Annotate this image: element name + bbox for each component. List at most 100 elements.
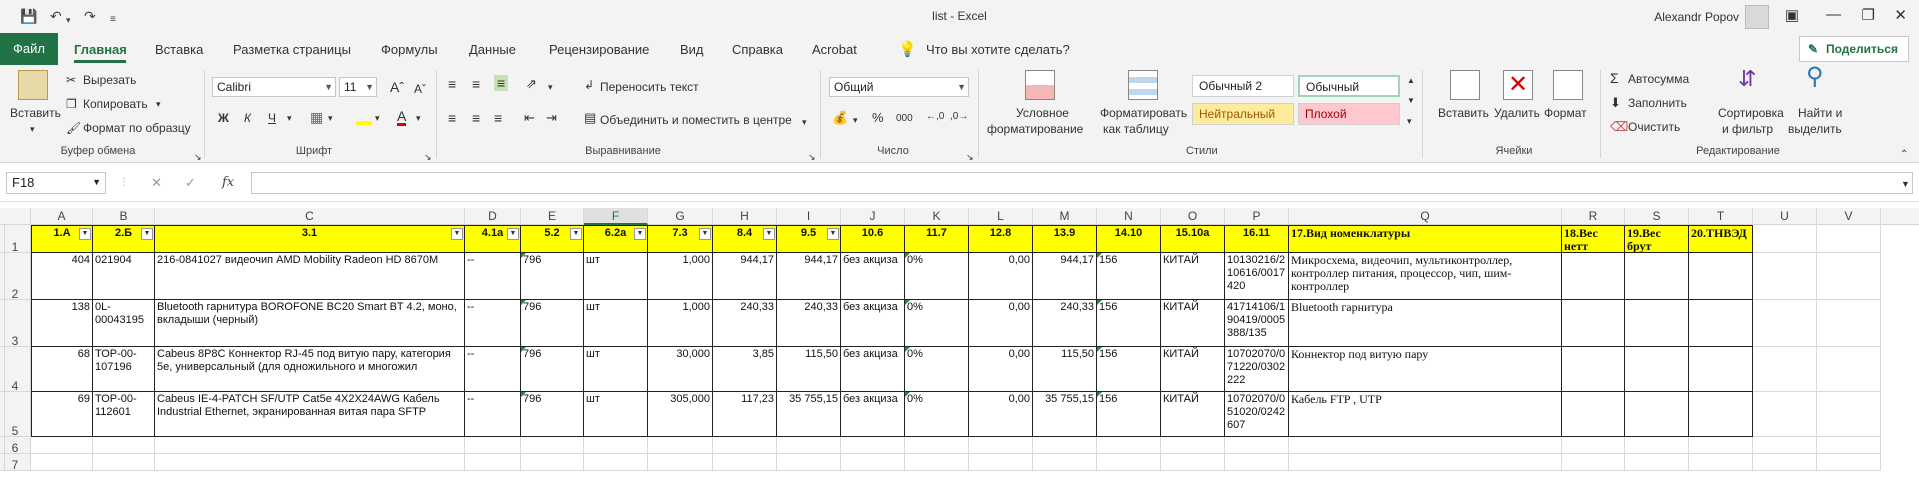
column-header-i[interactable]: I [777,208,841,225]
table-cell[interactable] [1289,437,1562,454]
tab-home[interactable]: Главная [74,42,127,57]
copy-button[interactable]: Копировать [83,97,148,111]
style-bad[interactable]: Плохой [1298,103,1400,125]
table-cell[interactable]: 796 [521,253,584,300]
cut-icon[interactable]: ✂ [66,73,76,87]
table-cell[interactable] [0,347,5,392]
table-cell[interactable] [1161,454,1225,471]
thousands-button[interactable]: 000 [896,112,913,126]
table-cell[interactable] [465,437,521,454]
table-cell[interactable]: 30,000 [648,347,713,392]
insert-button[interactable]: Вставить [1438,106,1489,120]
sort-filter-label-2[interactable]: и фильтр [1722,122,1773,136]
table-cell[interactable] [905,454,969,471]
table-cell[interactable]: 156 [1097,300,1161,347]
table-cell[interactable]: 021904 [93,253,155,300]
table-cell[interactable] [1753,437,1817,454]
header-cell[interactable]: 11.7 [905,225,969,253]
paste-dropdown-icon[interactable]: ▾ [30,122,35,136]
table-cell[interactable]: 0% [905,300,969,347]
table-cell[interactable]: КИТАЙ [1161,253,1225,300]
table-cell[interactable]: 796 [521,392,584,437]
delete-cells-icon[interactable]: ✕ [1503,70,1533,100]
font-launcher-icon[interactable]: ↘ [424,150,432,164]
align-middle-icon[interactable]: ≡ [472,77,480,91]
column-header-p[interactable]: P [1225,208,1289,225]
table-cell[interactable] [1625,253,1689,300]
expand-formula-icon[interactable]: ▼ [1901,177,1910,191]
align-bottom-icon[interactable]: ≡ [494,75,509,91]
table-cell[interactable]: 0% [905,253,969,300]
table-cell[interactable] [0,225,5,253]
table-cell[interactable]: 35 755,15 [777,392,841,437]
table-cell[interactable]: Cabeus IE-4-PATCH SF/UTP Cat5e 4X2X24AWG… [155,392,465,437]
paste-button[interactable]: Вставить [10,106,61,120]
column-header-d[interactable]: D [465,208,521,225]
table-cell[interactable]: 240,33 [777,300,841,347]
table-cell[interactable]: 68 [31,347,93,392]
format-painter-icon[interactable]: 🖌 [66,121,81,135]
conditional-format-label-1[interactable]: Условное [1016,106,1069,120]
copy-dropdown-icon[interactable]: ▾ [156,97,161,111]
header-cell[interactable]: 20.ТНВЭД [1689,225,1753,253]
table-cell[interactable]: 115,50 [1033,347,1097,392]
header-cell[interactable]: 3.1 ▼ [155,225,465,253]
table-cell[interactable]: 10130216/2 10616/0017 420 [1225,253,1289,300]
table-cell[interactable]: без акциза [841,300,905,347]
increase-decimal-icon[interactable]: ←,0 [926,110,944,124]
column-header-b[interactable]: B [93,208,155,225]
table-cell[interactable] [841,437,905,454]
table-cell[interactable]: 240,33 [713,300,777,347]
format-cells-icon[interactable] [1553,70,1583,100]
table-cell[interactable]: КИТАЙ [1161,392,1225,437]
header-cell[interactable]: 8.4 ▼ [713,225,777,253]
table-cell[interactable]: Bluetooth гарнитура BOROFONE BC20 Smart … [155,300,465,347]
merge-button[interactable]: Объединить и поместить в центре [600,113,792,127]
fill-icon[interactable]: ⬇ [1610,96,1621,110]
table-cell[interactable]: 138 [31,300,93,347]
table-cell[interactable]: -- [465,347,521,392]
column-header-v[interactable]: V [1817,208,1881,225]
styles-more-icon[interactable]: ▾ [1407,114,1412,128]
table-cell[interactable] [969,437,1033,454]
header-cell[interactable]: 2.Б ▼ [93,225,155,253]
filter-dropdown-icon[interactable]: ▼ [507,228,519,240]
table-cell[interactable]: 0% [905,392,969,437]
table-cell[interactable] [1161,437,1225,454]
table-cell[interactable] [0,300,5,347]
table-cell[interactable] [713,454,777,471]
table-cell[interactable]: 156 [1097,347,1161,392]
header-cell[interactable]: 6.2а ▼ [584,225,648,253]
percent-button[interactable]: % [872,111,884,125]
close-icon[interactable]: ✕ [1894,6,1907,24]
table-cell[interactable]: 944,17 [713,253,777,300]
insert-cells-icon[interactable] [1450,70,1480,100]
table-cell[interactable]: 35 755,15 [1033,392,1097,437]
column-header-e[interactable]: E [521,208,584,225]
table-cell[interactable]: -- [465,300,521,347]
sort-filter-icon[interactable]: ⇵ [1738,68,1756,90]
table-cell[interactable]: -- [465,392,521,437]
table-cell[interactable] [905,437,969,454]
table-cell[interactable]: 216-0841027 видеочип AMD Mobility Radeon… [155,253,465,300]
clear-button[interactable]: Очистить [1628,120,1680,134]
table-cell[interactable] [1817,392,1881,437]
column-header-q[interactable]: Q [1289,208,1562,225]
table-cell[interactable] [93,454,155,471]
column-header-c[interactable]: C [155,208,465,225]
table-cell[interactable]: без акциза [841,392,905,437]
bold-button[interactable]: Ж [218,111,229,125]
table-cell[interactable] [1817,225,1881,253]
number-format-combo[interactable]: Общий ▼ [829,77,969,97]
merge-dropdown-icon[interactable]: ▾ [802,115,807,129]
table-cell[interactable] [155,437,465,454]
style-normal[interactable]: Обычный [1298,75,1400,97]
tab-file[interactable]: Файл [0,33,58,65]
header-cell[interactable]: 19.Вес брут [1625,225,1689,253]
orientation-dropdown-icon[interactable]: ▾ [548,80,553,94]
collapse-ribbon-icon[interactable]: ⌃ [1900,148,1908,162]
autosum-icon[interactable]: Σ [1610,71,1619,85]
eraser-icon[interactable]: ⌫ [1610,120,1628,134]
header-cell[interactable]: 1.А ▼ [31,225,93,253]
column-header-h[interactable]: H [713,208,777,225]
